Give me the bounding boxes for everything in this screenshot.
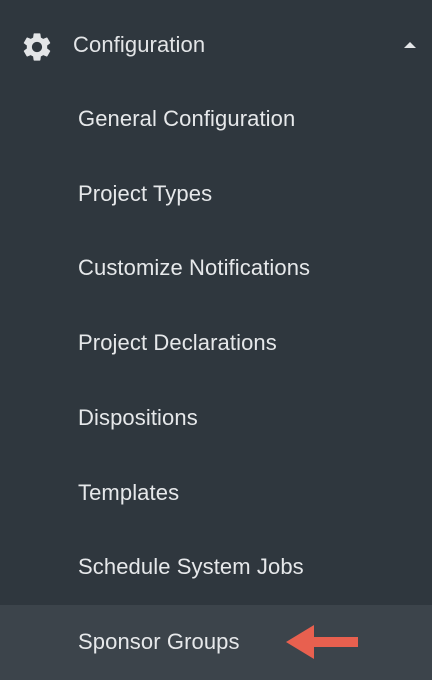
menu-item-sponsor-groups[interactable]: Sponsor Groups [0,605,432,680]
menu-item-label: Project Types [78,181,213,206]
menu-item-label: Project Declarations [78,330,277,355]
menu-item-label: Templates [78,480,180,505]
configuration-section-header[interactable]: Configuration [0,6,432,82]
gear-icon [23,33,51,61]
menu-item-label: General Configuration [78,106,296,131]
menu-item-project-declarations[interactable]: Project Declarations [0,306,432,380]
configuration-section-label: Configuration [73,32,206,57]
menu-item-label: Customize Notifications [78,255,311,280]
menu-item-label: Sponsor Groups [78,629,240,654]
menu-item-general-configuration[interactable]: General Configuration [0,82,432,156]
menu-item-dispositions[interactable]: Dispositions [0,381,432,455]
menu-item-project-types[interactable]: Project Types [0,157,432,231]
menu-item-customize-notifications[interactable]: Customize Notifications [0,231,432,305]
menu-item-templates[interactable]: Templates [0,456,432,530]
red-arrow-icon [286,625,358,659]
menu-item-label: Schedule System Jobs [78,554,304,579]
menu-item-schedule-system-jobs[interactable]: Schedule System Jobs [0,530,432,604]
caret-up-icon[interactable] [403,41,417,49]
menu-item-label: Dispositions [78,405,198,430]
sidebar-nav: Configuration General Configuration Proj… [0,0,432,680]
